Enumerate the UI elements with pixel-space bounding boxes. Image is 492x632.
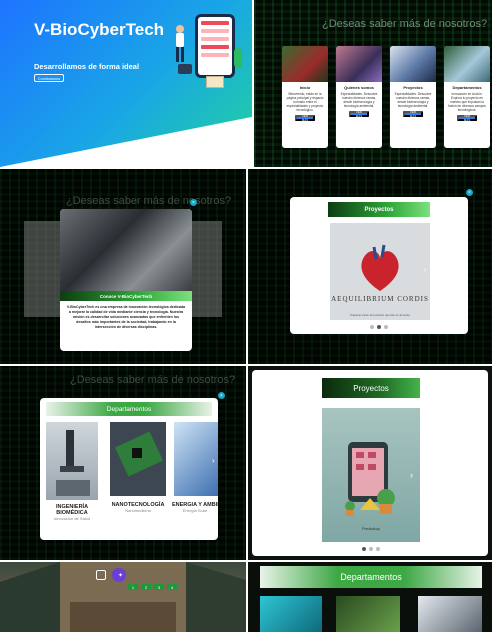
modal-title: Conoce V-BioCyberTech [60,291,192,301]
banner-title: Departamentos [260,566,482,588]
modal-title: Proyectos [322,378,420,398]
city-image [60,209,192,291]
about-modal-screen: ¿Deseas saber más de nosotros? Conoce V-… [0,169,246,364]
close-icon[interactable]: × [190,199,197,206]
bag-icon [178,64,192,74]
card-image [282,46,328,82]
card-title: Proyectos [403,85,423,90]
card-proyectos[interactable]: Proyectos Especialidades. Descubre nuest… [390,46,436,148]
dept-thumb[interactable] [260,596,322,632]
dept-image-nanotecnologia [110,422,166,496]
about-section: ¿Deseas saber más de nosotros? Inicio Bi… [254,0,492,167]
chevron-right-icon[interactable]: › [410,470,413,480]
carousel-dots[interactable] [370,325,388,329]
chevron-right-icon[interactable]: › [424,267,426,274]
hero-subtitle: Desarrollamos de forma ideal [34,62,140,71]
dept-sub: Innovación de Salud [53,516,91,521]
card-desc: Bienvenido, estás en la página principal… [286,92,324,112]
modal-title: Departamentos [46,402,212,416]
dept-item[interactable]: NANOTECNOLOGÍA Nanomedicina [108,502,168,513]
project-slide: Prediabuy › [322,408,420,542]
card-image [336,46,382,82]
tour-controls: 1 2 3 4 [128,584,177,590]
person-illustration [173,24,187,64]
tour-button[interactable]: 3 [154,584,164,590]
close-icon[interactable]: × [218,392,225,399]
dept-thumb[interactable] [418,596,482,632]
modal-text: V-BioCyberTech es una empresa de innovac… [66,305,186,329]
modal-title: Proyectos [328,202,430,217]
project-slide: AEQUILIBRIUM CORDIS Pulsante visión del … [328,223,430,320]
card-desc: Especialidades. Descubre nuestro diverso… [340,92,378,108]
card-departamentos[interactable]: Departamentos Innovación en Acción. Expl… [444,46,490,148]
tour-button[interactable]: 1 [128,584,138,590]
dept-item[interactable]: INGENIERÍA BIOMÉDICA Innovación de Salud [44,504,100,521]
dept-sub: Energía Solar [182,508,208,513]
projects-modal-2: Proyectos Prediabuy › [252,370,488,556]
card-image [390,46,436,82]
dept-item[interactable]: ENERGÍA Y AMBIENTE Energía Solar [172,502,218,513]
box-icon [206,76,224,88]
departments-banner-screen: Departamentos [248,562,492,632]
carousel-dots[interactable] [362,547,380,551]
dept-label: INGENIERÍA BIOMÉDICA [55,504,89,516]
card-title: Quiénes somos [344,85,374,90]
departments-modal: Departamentos INGENIERÍA BIOMÉDICA Innov… [40,398,218,540]
card-button[interactable]: VER MÁS [349,110,369,118]
card-desc: Especialidades. Descubre nuestro diverso… [394,92,432,108]
card-image [444,46,490,82]
plant-icon [234,48,242,68]
projects-modal-screen-2: Proyectos Prediabuy › [248,366,492,560]
card-inicio[interactable]: Inicio Bienvenido, estás en la página pr… [282,46,328,148]
chevron-left-icon[interactable]: ‹ [328,267,330,274]
card-button[interactable]: VER MÁS [457,114,477,122]
projects-modal: Proyectos AEQUILIBRIUM CORDIS Pulsante v… [290,197,468,334]
card-quienes-somos[interactable]: Quiénes somos Especialidades. Descubre n… [336,46,382,148]
dept-sub: Nanomedicina [125,508,151,513]
card-desc: Innovación en Acción. Explora tu proyect… [448,92,486,112]
chevron-right-icon[interactable]: › [212,456,215,465]
tour-button[interactable]: 4 [167,584,177,590]
dept-thumb[interactable] [336,596,400,632]
departments-modal-screen: ¿Deseas saber más de nosotros? Departame… [0,366,246,560]
tour-screen: ✦ 1 2 3 4 [0,562,246,632]
heart-image [361,244,399,291]
slide-caption: Pulsante visión del corazón que late en … [350,313,410,317]
card-title: Departamentos [452,85,482,90]
section-title: ¿Deseas saber más de nosotros? [322,18,488,30]
card-button[interactable]: VER MÁS [403,110,423,118]
contact-button[interactable]: Contáctanos [34,74,64,82]
hero-section: V-BioCyberTech Desarrollamos de forma id… [0,0,252,167]
phone-illustration [195,14,235,78]
projects-modal-screen: Proyectos AEQUILIBRIUM CORDIS Pulsante v… [248,169,492,364]
slide-caption: Prediabuy [361,526,380,531]
device-image [345,442,395,516]
dept-image-biomedica [46,422,98,500]
close-icon[interactable]: × [466,189,473,196]
slide-title: AEQUILIBRIUM CORDIS [331,295,429,303]
hero-title: V-BioCyberTech [34,20,165,39]
about-modal: Conoce V-BioCyberTech V-BioCyberTech es … [60,209,192,351]
copy-icon[interactable] [96,570,106,580]
card-title: Inicio [299,85,311,90]
tour-nav-icon[interactable]: ✦ [118,572,123,579]
card-button[interactable]: VER MÁS [295,114,315,122]
tour-button[interactable]: 2 [141,584,151,590]
